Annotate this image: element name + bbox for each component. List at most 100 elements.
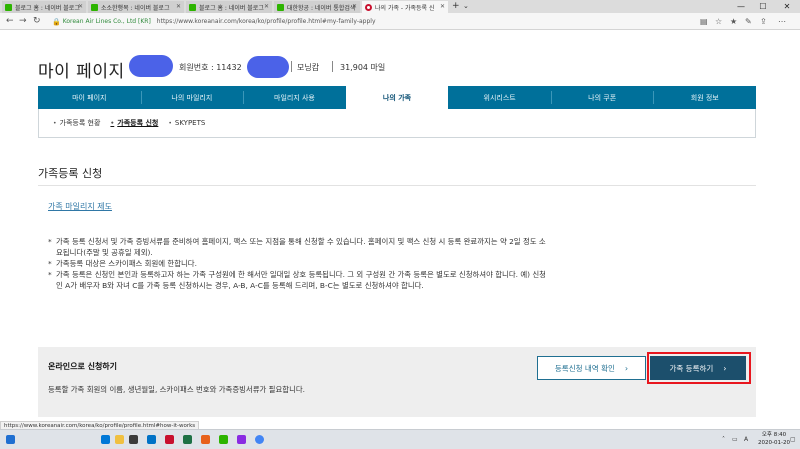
close-icon[interactable]: ✕ <box>176 3 181 10</box>
close-icon[interactable]: ✕ <box>352 3 357 10</box>
notice-text: 가족 등록은 신청인 본인과 등록하고자 하는 가족 구성원에 한 해서만 일대… <box>56 270 546 290</box>
page-title: 마이 페이지 <box>38 62 125 82</box>
notice-list: * 가족 등록 신청서 및 가족 증빙서류를 준비하여 홈페이지, 팩스 또는 지… <box>48 236 548 291</box>
maximize-icon[interactable]: ☐ <box>752 0 774 13</box>
nav-my-family[interactable]: 나의 가족 <box>345 86 449 109</box>
note-marker: * <box>48 259 52 268</box>
redacted-name <box>129 55 173 77</box>
lock-icon: 🔒 <box>52 17 61 26</box>
tab-list-button[interactable]: ⌄ <box>463 1 469 12</box>
nav-my-mileage[interactable]: 나의 마일리지 <box>140 86 244 109</box>
subnav-label: 가족등록 신청 <box>117 119 159 127</box>
subnav-label: SKYPETS <box>174 119 206 127</box>
reading-view-icon[interactable]: ▤ <box>700 16 708 27</box>
site-identity: Korean Air Lines Co., Ltd [KR] <box>62 18 151 25</box>
sub-nav: • 가족등록 현황 • 가족등록 신청 • SKYPETS <box>38 109 756 138</box>
network-icon[interactable]: ▭ <box>732 435 738 444</box>
browser-tab[interactable]: 블로그 홈 : 네이버 블로그 ✕ <box>186 1 272 13</box>
redacted-number <box>247 56 289 78</box>
member-grade: 모닝캄 <box>297 63 320 72</box>
favorites-hub-icon[interactable]: ★ <box>730 16 737 27</box>
notifications-icon[interactable]: ▢ <box>790 435 796 444</box>
nav-my-page[interactable]: 마이 페이지 <box>38 86 141 109</box>
mail-app-icon[interactable] <box>147 435 156 444</box>
browser-tab-active[interactable]: 나의 가족 - 가족등록 신 ✕ <box>362 1 448 13</box>
browser-tab[interactable]: 대한항공 : 네이버 통합검색 ✕ <box>274 1 360 13</box>
nav-mileage-use[interactable]: 마일리지 사용 <box>243 86 346 109</box>
section-title: 가족등록 신청 <box>38 167 103 180</box>
file-explorer-icon[interactable] <box>115 435 124 444</box>
system-clock[interactable]: 오후 8:40 2020-01-20 <box>758 431 790 447</box>
korean-air-icon <box>365 3 372 11</box>
url-text: https://www.koreanair.com/korea/ko/profi… <box>156 18 376 25</box>
minimize-icon[interactable]: — <box>730 0 752 13</box>
notice-text: 가족등록 대상은 스카이패스 회원에 한합니다. <box>56 259 197 268</box>
new-tab-button[interactable]: + <box>452 1 460 12</box>
tab-title: 블로그 홈 : 네이버 블로그 <box>15 4 80 12</box>
tab-title: 블로그 홈 : 네이버 블로그 <box>199 4 264 12</box>
subnav-label: 가족등록 현황 <box>59 119 101 127</box>
chevron-right-icon: › <box>624 363 629 373</box>
more-icon[interactable]: ⋯ <box>778 16 786 27</box>
notice-item: * 가족 등록은 신청인 본인과 등록하고자 하는 가족 구성원에 한 해서만 일… <box>48 269 548 291</box>
online-apply-description: 등록할 가족 회원의 이름, 생년월일, 스카이패스 번호와 가족증빙서류가 필… <box>48 385 306 394</box>
refresh-icon[interactable]: ↻ <box>33 16 41 27</box>
notice-item: * 가족등록 대상은 스카이패스 회원에 한합니다. <box>48 258 548 269</box>
notice-text: 가족 등록 신청서 및 가족 증빙서류를 준비하여 홈페이지, 팩스 또는 지점… <box>56 237 546 257</box>
subnav-family-apply[interactable]: • 가족등록 신청 <box>110 118 158 128</box>
share-icon[interactable]: ⇪ <box>760 16 767 27</box>
nav-my-coupons[interactable]: 나의 쿠폰 <box>550 86 654 109</box>
browser-tab[interactable]: 블로그 홈 : 네이버 블로그 ✕ <box>2 1 86 13</box>
section-divider <box>38 185 756 186</box>
bullet-icon: • <box>110 120 115 127</box>
note-marker: * <box>48 270 52 279</box>
close-window-icon[interactable]: ✕ <box>776 0 798 13</box>
naver-search-icon <box>277 3 284 11</box>
note-marker: * <box>48 237 52 246</box>
language-indicator[interactable]: A <box>744 435 748 444</box>
subnav-skypets[interactable]: • SKYPETS <box>168 119 205 127</box>
bullet-icon: • <box>53 120 57 127</box>
app-icon[interactable] <box>219 435 228 444</box>
tab-title: 나의 가족 - 가족등록 신 <box>375 4 435 12</box>
naver-blog-icon <box>189 3 196 11</box>
main-nav: 마이 페이지 나의 마일리지 마일리지 사용 나의 가족 위시리스트 나의 쿠폰… <box>38 86 756 109</box>
store-app-icon[interactable] <box>129 435 138 444</box>
nav-wishlist[interactable]: 위시리스트 <box>448 86 551 109</box>
windows-start-icon[interactable] <box>6 435 15 444</box>
app-icon[interactable] <box>201 435 210 444</box>
browser-tab-strip: 블로그 홈 : 네이버 블로그 ✕ 소소한행복 : 네이버 블로그 ✕ 블로그 … <box>0 0 800 13</box>
naver-blog-icon <box>91 3 98 11</box>
address-bar: ← → ↻ 🔒 Korean Air Lines Co., Ltd [KR] h… <box>0 13 800 30</box>
highlight-box <box>647 352 751 384</box>
tab-title: 소소한행복 : 네이버 블로그 <box>101 4 170 12</box>
divider <box>291 61 292 72</box>
browser-tab[interactable]: 소소한행복 : 네이버 블로그 ✕ <box>88 1 184 13</box>
view-history-button[interactable]: 등록신청 내역 확인 › <box>537 356 646 380</box>
nav-member-info[interactable]: 회원 정보 <box>653 86 756 109</box>
button-label: 등록신청 내역 확인 <box>554 363 615 373</box>
online-apply-title: 온라인으로 신청하기 <box>48 362 118 371</box>
tray-chevron-icon[interactable]: ˄ <box>722 435 725 444</box>
bullet-icon: • <box>168 120 172 127</box>
clock-time: 오후 8:40 <box>761 432 787 438</box>
back-icon[interactable]: ← <box>6 16 14 27</box>
close-icon[interactable]: ✕ <box>440 3 445 10</box>
edge-app-icon[interactable] <box>101 435 110 444</box>
taskbar: ˄ ▭ A 오후 8:40 2020-01-20 ▢ <box>0 429 800 449</box>
url-field[interactable]: 🔒 Korean Air Lines Co., Ltd [KR] https:/… <box>52 15 692 28</box>
family-mileage-link[interactable]: 가족 마일리지 제도 <box>48 201 112 212</box>
forward-icon[interactable]: → <box>19 16 27 27</box>
naver-blog-icon <box>5 3 12 11</box>
close-icon[interactable]: ✕ <box>78 3 83 10</box>
notes-icon[interactable]: ✎ <box>745 16 752 27</box>
close-icon[interactable]: ✕ <box>264 3 269 10</box>
excel-app-icon[interactable] <box>183 435 192 444</box>
favorite-star-icon[interactable]: ☆ <box>715 16 722 27</box>
mileage-balance: 31,904 마일 <box>340 63 386 72</box>
chrome-app-icon[interactable] <box>255 435 264 444</box>
app-icon[interactable] <box>165 435 174 444</box>
tab-title: 대한항공 : 네이버 통합검색 <box>287 4 356 12</box>
app-icon[interactable] <box>237 435 246 444</box>
subnav-family-status[interactable]: • 가족등록 현황 <box>53 118 100 128</box>
